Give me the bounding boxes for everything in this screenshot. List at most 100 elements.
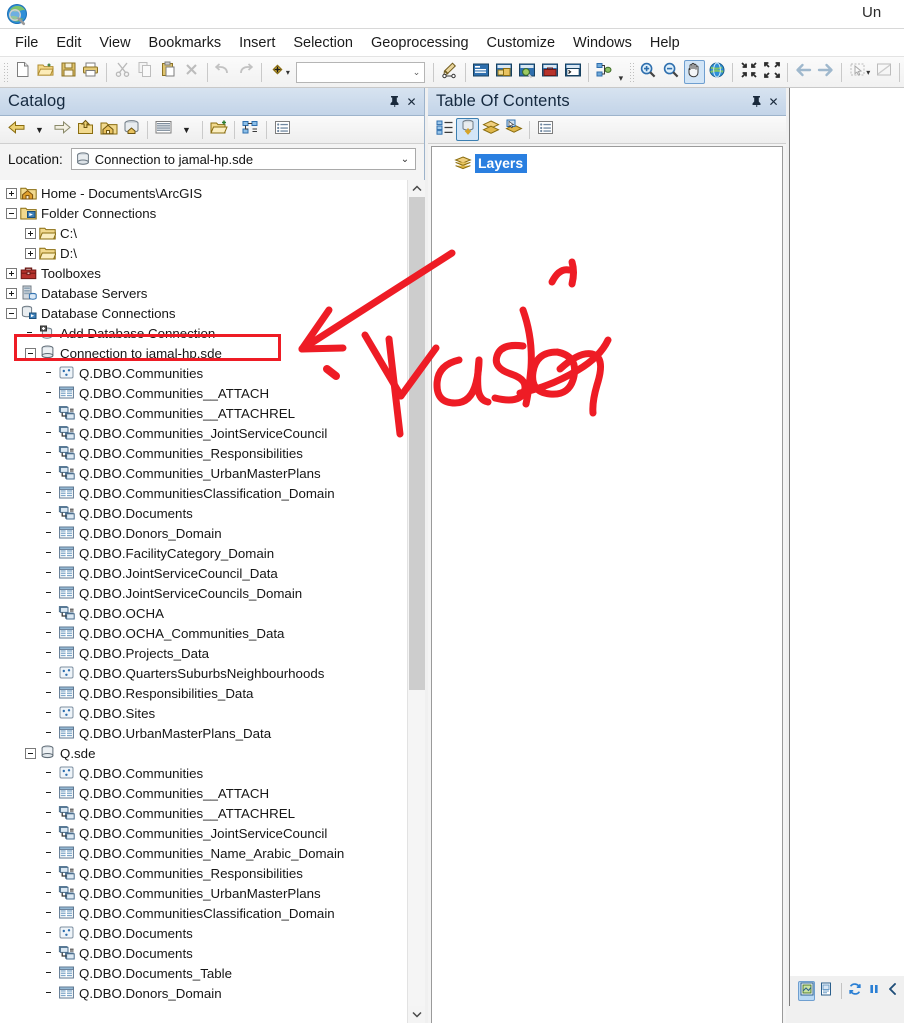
paste-button[interactable] — [158, 60, 179, 84]
chevron-down-icon[interactable]: ⌄ — [413, 67, 421, 78]
delete-button[interactable] — [181, 60, 202, 84]
tree-item[interactable]: Q.DBO.Documents_Table — [0, 963, 400, 983]
editor-toolbar-button[interactable] — [439, 60, 460, 84]
tree-item[interactable]: Q.DBO.Communities__ATTACH — [0, 383, 400, 403]
tree-item[interactable]: D:\ — [0, 243, 400, 263]
redo-button[interactable] — [235, 60, 256, 84]
scrollbar-thumb[interactable] — [409, 197, 425, 690]
copy-button[interactable] — [135, 60, 156, 84]
expand-plus-icon[interactable] — [25, 247, 36, 259]
tree-item[interactable]: Q.DBO.Communities_JointServiceCouncil — [0, 823, 400, 843]
toolbar-overflow-button[interactable]: ▾ — [616, 60, 626, 84]
tree-item[interactable]: Toolboxes — [0, 263, 400, 283]
catalog-views-dropdown-button[interactable]: ▼ — [175, 118, 198, 141]
tree-item[interactable]: Q.DBO.Communities — [0, 763, 400, 783]
collapse-minus-icon[interactable] — [6, 207, 17, 219]
tree-item[interactable]: Q.DBO.OCHA — [0, 603, 400, 623]
cut-button[interactable] — [112, 60, 133, 84]
tree-item[interactable]: Database Connections — [0, 303, 400, 323]
model-builder-button[interactable] — [594, 60, 615, 84]
toc-close-button[interactable]: ✕ — [765, 93, 782, 110]
tree-item[interactable]: Q.DBO.JointServiceCouncils_Domain — [0, 583, 400, 603]
zoom-in-button[interactable] — [638, 60, 659, 84]
toc-auto-hide-button[interactable] — [748, 93, 765, 110]
menu-windows[interactable]: Windows — [564, 32, 641, 54]
list-by-visibility-button[interactable] — [479, 118, 502, 141]
catalog-home-button[interactable] — [97, 118, 120, 141]
catalog-back-button[interactable] — [5, 118, 28, 141]
tree-item[interactable]: Q.DBO.Documents — [0, 503, 400, 523]
layout-view-button[interactable] — [817, 981, 834, 1001]
full-extent-button[interactable] — [707, 60, 728, 84]
toc-tree[interactable]: Layers — [431, 146, 783, 1023]
tree-item[interactable]: C:\ — [0, 223, 400, 243]
tree-item[interactable]: Q.DBO.Communities_Name_Arabic_Domain — [0, 843, 400, 863]
tree-item[interactable]: Q.DBO.CommunitiesClassification_Domain — [0, 483, 400, 503]
catalog-vertical-scrollbar[interactable] — [407, 180, 425, 1023]
list-by-selection-button[interactable] — [502, 118, 525, 141]
expand-plus-icon[interactable] — [25, 227, 36, 239]
tree-item[interactable]: Q.DBO.Communities_Responsibilities — [0, 443, 400, 463]
tree-item[interactable]: Q.DBO.Projects_Data — [0, 643, 400, 663]
toolbar-grip[interactable] — [629, 62, 636, 82]
tree-item[interactable]: Q.DBO.Communities_UrbanMasterPlans — [0, 463, 400, 483]
menu-insert[interactable]: Insert — [230, 32, 284, 54]
toolbar-grip[interactable] — [3, 62, 9, 82]
tree-item[interactable]: Q.DBO.JointServiceCouncil_Data — [0, 563, 400, 583]
menu-view[interactable]: View — [90, 32, 139, 54]
location-combo[interactable]: Connection to jamal-hp.sde ⌄ — [70, 148, 416, 170]
list-by-source-button[interactable] — [456, 118, 479, 141]
tree-item[interactable]: Q.DBO.Sites — [0, 703, 400, 723]
select-features-button[interactable] — [847, 60, 868, 84]
expand-plus-icon[interactable] — [6, 287, 17, 299]
toc-window-button[interactable] — [471, 60, 492, 84]
tree-item[interactable]: Q.DBO.Documents — [0, 923, 400, 943]
catalog-back-history-button[interactable]: ▼ — [28, 118, 51, 141]
tree-item[interactable]: Q.DBO.Communities_UrbanMasterPlans — [0, 883, 400, 903]
catalog-up-one-level-button[interactable] — [74, 118, 97, 141]
data-view-button[interactable] — [798, 981, 816, 1001]
tree-item[interactable]: Q.DBO.Communities__ATTACHREL — [0, 403, 400, 423]
toc-options-button[interactable] — [534, 118, 557, 141]
catalog-forward-button[interactable] — [51, 118, 74, 141]
fixed-zoom-out-button[interactable] — [761, 60, 782, 84]
menu-help[interactable]: Help — [641, 32, 689, 54]
collapse-minus-icon[interactable] — [25, 747, 36, 759]
toc-root-row[interactable]: Layers — [432, 153, 782, 174]
chevron-down-icon[interactable]: ⌄ — [397, 154, 413, 165]
menu-geoprocessing[interactable]: Geoprocessing — [362, 32, 478, 54]
clear-selection-button[interactable] — [873, 60, 894, 84]
print-button[interactable] — [81, 60, 102, 84]
refresh-view-button[interactable] — [847, 981, 864, 1001]
tree-item[interactable]: Database Servers — [0, 283, 400, 303]
tree-item[interactable]: Q.DBO.Communities — [0, 363, 400, 383]
catalog-window-button[interactable] — [494, 60, 515, 84]
toggle-panel-button[interactable] — [885, 981, 902, 1001]
add-data-button[interactable] — [267, 60, 288, 84]
expand-plus-icon[interactable] — [6, 187, 17, 199]
catalog-views-button[interactable] — [152, 118, 175, 141]
go-back-extent-button[interactable] — [793, 60, 814, 84]
collapse-minus-icon[interactable] — [6, 307, 17, 319]
go-next-extent-button[interactable] — [816, 60, 837, 84]
new-document-button[interactable] — [12, 60, 33, 84]
expand-plus-icon[interactable] — [6, 267, 17, 279]
catalog-default-geodatabase-button[interactable] — [120, 118, 143, 141]
tree-item[interactable]: Q.DBO.FacilityCategory_Domain — [0, 543, 400, 563]
tree-item[interactable]: Q.DBO.Documents — [0, 943, 400, 963]
catalog-description-button[interactable] — [271, 118, 294, 141]
tree-item[interactable]: Q.DBO.Communities_JointServiceCouncil — [0, 423, 400, 443]
tree-item[interactable]: Q.DBO.Donors_Domain — [0, 983, 400, 1003]
tree-item[interactable]: Q.DBO.OCHA_Communities_Data — [0, 623, 400, 643]
tree-item[interactable]: Home - Documents\ArcGIS — [0, 183, 400, 203]
save-document-button[interactable] — [58, 60, 79, 84]
scroll-down-button[interactable] — [408, 1006, 425, 1023]
scrollbar-track[interactable] — [408, 197, 425, 1006]
tree-item[interactable]: Q.DBO.Communities__ATTACHREL — [0, 803, 400, 823]
catalog-toolbox-button[interactable] — [239, 118, 262, 141]
pause-drawing-button[interactable] — [866, 981, 883, 1001]
tree-item[interactable]: Q.DBO.UrbanMasterPlans_Data — [0, 723, 400, 743]
tree-item[interactable]: Q.DBO.Communities__ATTACH — [0, 783, 400, 803]
tree-item[interactable]: Q.sde — [0, 743, 400, 763]
pan-button[interactable] — [683, 60, 705, 84]
